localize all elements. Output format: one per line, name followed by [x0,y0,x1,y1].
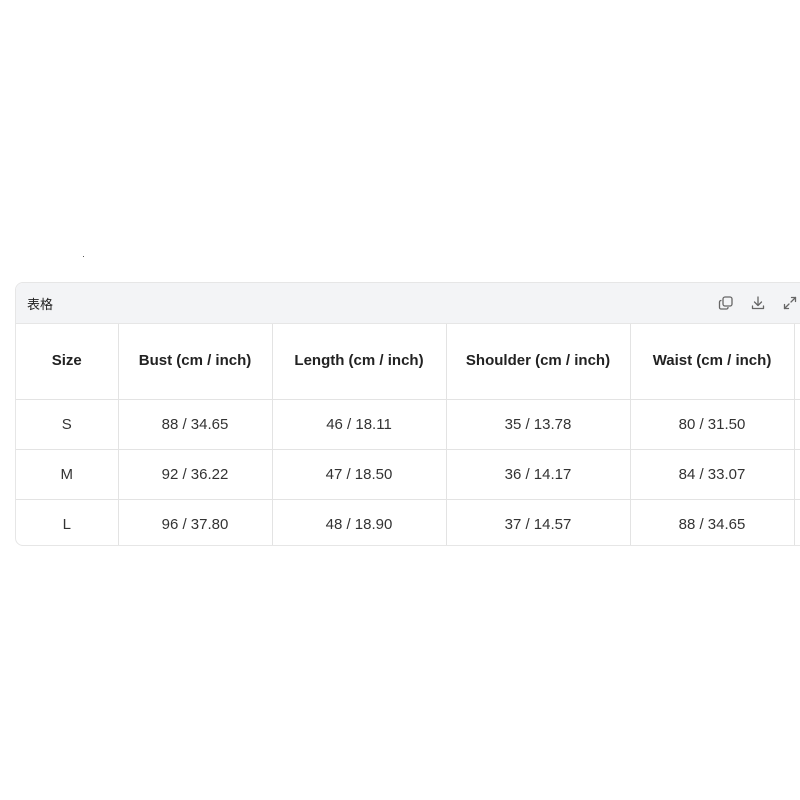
cell-shoulder: 35 / 13.78 [446,399,631,450]
header-waist: Waist (cm / inch) [630,324,795,400]
cell-bust: 96 / 37.80 [118,499,273,545]
table-card-header: 表格 [16,283,800,324]
cell-shoulder: 36 / 14.17 [446,449,631,500]
cell-length: 46 / 18.11 [272,399,447,450]
cell-size: L [16,499,119,545]
cell-bust: 88 / 34.65 [118,399,273,450]
cell-length: 47 / 18.50 [272,449,447,500]
copy-icon [718,296,733,310]
expand-button[interactable] [780,293,800,313]
header-size: Size [16,324,119,400]
cell-waist: 80 / 31.50 [630,399,795,450]
table-row: L 96 / 37.80 48 / 18.90 37 / 14.57 88 / … [16,499,800,545]
table-card-title: 表格 [27,296,54,312]
cell-length: 48 / 18.90 [272,499,447,545]
stray-dot [83,256,84,257]
download-icon [751,296,765,310]
header-shoulder: Shoulder (cm / inch) [446,324,631,400]
cell-size: S [16,399,119,450]
cell-overflow [794,499,800,545]
size-chart-table: Size Bust (cm / inch) Length (cm / inch)… [16,324,800,545]
cell-overflow [794,399,800,450]
table-header-row: Size Bust (cm / inch) Length (cm / inch)… [16,324,800,400]
header-bust: Bust (cm / inch) [118,324,273,400]
table-row: M 92 / 36.22 47 / 18.50 36 / 14.17 84 / … [16,449,800,500]
table-card: 表格 Size Bust (cm / inch) Length (cm / in… [15,282,800,546]
cell-shoulder: 37 / 14.57 [446,499,631,545]
download-button[interactable] [748,293,768,313]
table-row: S 88 / 34.65 46 / 18.11 35 / 13.78 80 / … [16,399,800,450]
table-actions [716,293,800,313]
cell-overflow [794,449,800,500]
cell-size: M [16,449,119,500]
header-length: Length (cm / inch) [272,324,447,400]
header-overflow [794,324,800,400]
copy-button[interactable] [716,293,736,313]
cell-bust: 92 / 36.22 [118,449,273,500]
expand-icon [783,296,797,310]
cell-waist: 88 / 34.65 [630,499,795,545]
cell-waist: 84 / 33.07 [630,449,795,500]
